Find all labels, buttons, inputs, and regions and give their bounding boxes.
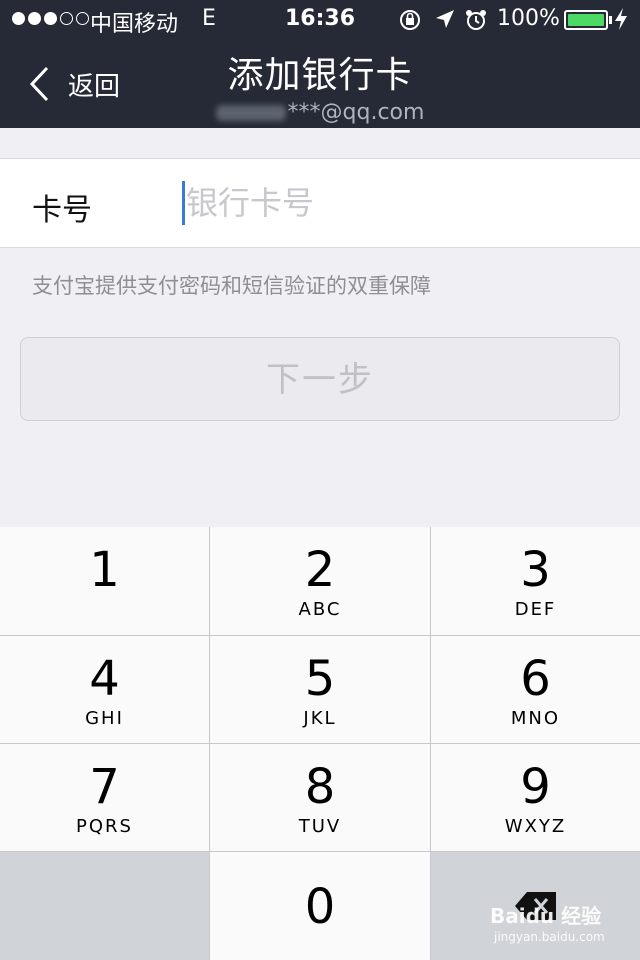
key-5[interactable]: 5 JKL — [210, 636, 431, 744]
watermark-url: jingyan.baidu.com — [494, 930, 605, 944]
key-letters: WXYZ — [504, 816, 567, 837]
key-letters: JKL — [303, 708, 337, 729]
security-hint: 支付宝提供支付密码和短信验证的双重保障 — [32, 274, 431, 298]
key-digit: 0 — [304, 879, 336, 935]
key-7[interactable]: 7 PQRS — [0, 744, 210, 852]
key-digit: 4 — [89, 651, 120, 707]
key-digit: 5 — [304, 651, 336, 707]
status-bar: 中国移动 E 16:36 100% — [0, 0, 640, 40]
key-digit: 9 — [520, 759, 551, 815]
key-letters: PQRS — [76, 816, 133, 837]
key-4[interactable]: 4 GHI — [0, 636, 210, 744]
key-digit: 6 — [520, 651, 551, 707]
account-email: ***@qq.com — [287, 100, 425, 125]
key-6[interactable]: 6 MNO — [431, 636, 640, 744]
key-3[interactable]: 3 DEF — [431, 527, 640, 636]
key-digit: 8 — [304, 759, 336, 815]
text-cursor — [182, 181, 185, 225]
key-9[interactable]: 9 WXYZ — [431, 744, 640, 852]
next-step-button[interactable]: 下一步 — [20, 337, 620, 421]
key-2[interactable]: 2 ABC — [210, 527, 431, 636]
charging-bolt-icon — [614, 7, 628, 36]
key-letters: GHI — [85, 708, 124, 729]
key-digit: 3 — [520, 542, 551, 598]
key-digit: 1 — [89, 542, 120, 598]
redacted-blur — [215, 105, 286, 121]
watermark-brand: Baidu 经验 — [490, 904, 602, 928]
rotation-lock-icon — [398, 8, 422, 37]
battery-tip — [609, 16, 612, 24]
page-title: 添加银行卡 — [227, 55, 413, 96]
key-letters: ABC — [298, 599, 342, 620]
key-1[interactable]: 1 — [0, 527, 210, 636]
key-letters: DEF — [514, 599, 557, 620]
key-digit: 2 — [304, 542, 336, 598]
alarm-clock-icon — [464, 8, 488, 37]
account-subtitle: ***@qq.com — [0, 100, 640, 125]
location-arrow-icon — [434, 8, 456, 35]
key-digit: 7 — [89, 759, 120, 815]
battery-percentage: 100% — [497, 6, 560, 31]
key-8[interactable]: 8 TUV — [210, 744, 431, 852]
navigation-bar: 中国移动 E 16:36 100% 返回 添加银行卡 ***@qq.com — [0, 0, 640, 128]
battery-icon — [564, 10, 608, 30]
card-number-row: 卡号 — [0, 158, 640, 248]
battery-level-fill — [568, 14, 604, 26]
key-0[interactable]: 0 — [210, 852, 431, 960]
card-number-label: 卡号 — [32, 193, 92, 228]
key-letters: MNO — [510, 708, 561, 729]
numeric-keypad: 1 2 ABC 3 DEF 4 GHI 5 JKL 6 MNO 7 PQRS 8… — [0, 527, 640, 960]
card-number-input[interactable] — [186, 177, 606, 229]
key-blank — [0, 852, 210, 960]
key-letters: TUV — [298, 816, 342, 837]
